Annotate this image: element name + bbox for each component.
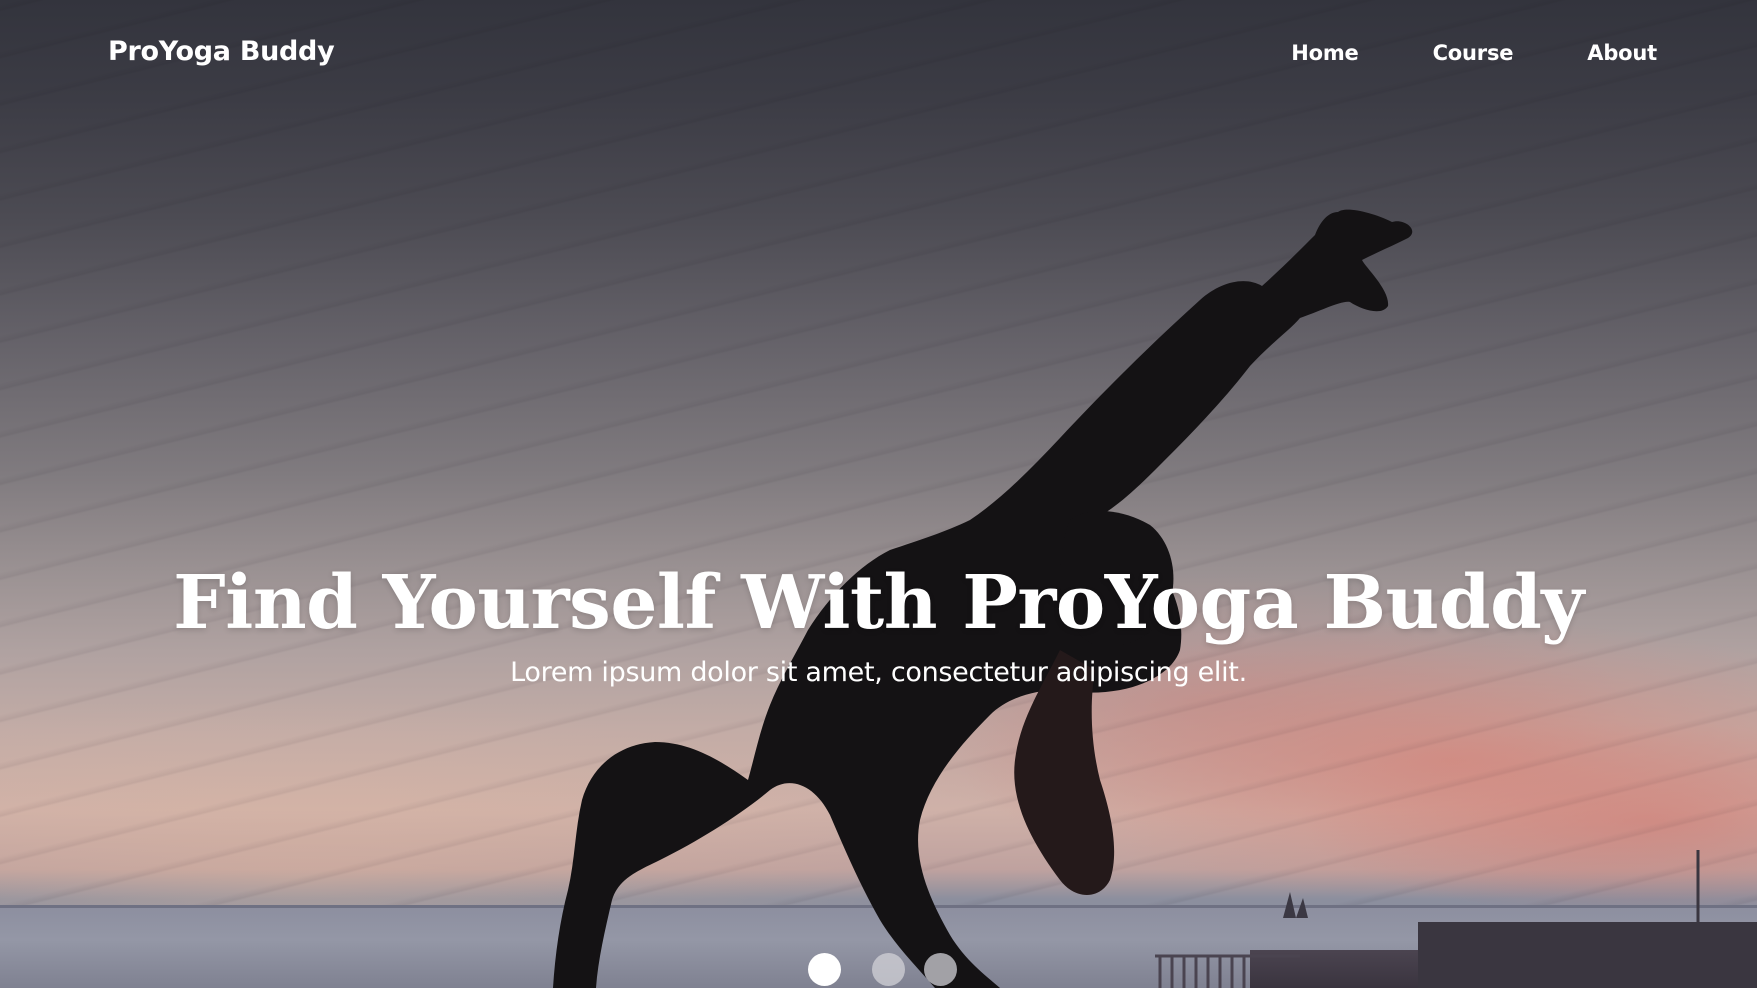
- nav-link-about[interactable]: About: [1587, 41, 1657, 65]
- yoga-silhouette-image: [553, 209, 1757, 988]
- hero-title: Find Yourself With ProYoga Buddy: [173, 560, 1584, 646]
- carousel-dot-1[interactable]: [808, 953, 841, 986]
- nav-link-course[interactable]: Course: [1433, 41, 1514, 65]
- hero-subtitle: Lorem ipsum dolor sit amet, consectetur …: [510, 657, 1247, 688]
- pier-railing: [1155, 954, 1300, 988]
- carousel-dot-2[interactable]: [872, 953, 905, 986]
- top-navbar: ProYoga Buddy Home Course About: [0, 0, 1757, 110]
- boat-silhouette: [1283, 892, 1308, 918]
- nav-link-home[interactable]: Home: [1291, 41, 1359, 65]
- hero-section: ProYoga Buddy Home Course About Find You…: [0, 0, 1757, 988]
- nav-links: Home Course About: [1217, 41, 1657, 65]
- hero-text-block: Find Yourself With ProYoga Buddy Lorem i…: [0, 555, 1757, 691]
- carousel-dot-3[interactable]: [924, 953, 957, 986]
- carousel-indicators: [808, 953, 976, 986]
- brand-logo-link[interactable]: ProYoga Buddy: [108, 36, 335, 67]
- pier-structure: [1418, 922, 1757, 988]
